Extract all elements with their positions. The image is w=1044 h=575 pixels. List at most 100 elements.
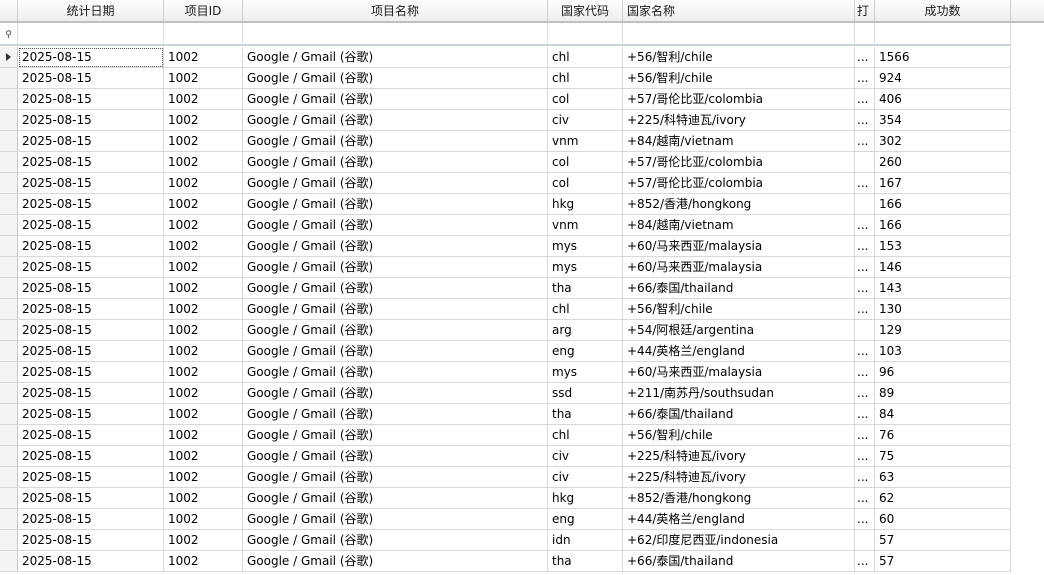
table-row[interactable]: 2025-08-15 1002 Google / Gmail (谷歌) mys +60/… bbox=[0, 236, 1044, 257]
cell-country-name[interactable]: +84/越南/vietnam bbox=[623, 131, 855, 152]
cell-country-name[interactable]: +54/阿根廷/argentina bbox=[623, 320, 855, 341]
cell-project-id[interactable]: 1002 bbox=[164, 236, 243, 257]
cell-project-id[interactable]: 1002 bbox=[164, 425, 243, 446]
cell-country-code[interactable]: chl bbox=[548, 425, 623, 446]
cell-truncated[interactable]: ... bbox=[855, 278, 875, 299]
row-indicator[interactable] bbox=[0, 257, 18, 278]
column-header-truncated[interactable]: 打 bbox=[855, 0, 875, 22]
cell-country-name[interactable]: +56/智利/chile bbox=[623, 299, 855, 320]
cell-country-name[interactable]: +57/哥伦比亚/colombia bbox=[623, 89, 855, 110]
cell-truncated[interactable]: ... bbox=[855, 446, 875, 467]
row-indicator[interactable] bbox=[0, 383, 18, 404]
column-header-country-code[interactable]: 国家代码 bbox=[548, 0, 623, 22]
cell-date[interactable]: 2025-08-15 bbox=[18, 404, 164, 425]
row-indicator[interactable] bbox=[0, 509, 18, 530]
cell-success-count[interactable]: 166 bbox=[875, 194, 1011, 215]
cell-success-count[interactable]: 63 bbox=[875, 467, 1011, 488]
cell-country-code[interactable]: hkg bbox=[548, 488, 623, 509]
table-row[interactable]: 2025-08-15 1002 Google / Gmail (谷歌) hkg +852… bbox=[0, 488, 1044, 509]
table-row[interactable]: 2025-08-15 1002 Google / Gmail (谷歌) vnm +84/… bbox=[0, 215, 1044, 236]
cell-country-code[interactable]: mys bbox=[548, 257, 623, 278]
cell-success-count[interactable]: 129 bbox=[875, 320, 1011, 341]
cell-project-id[interactable]: 1002 bbox=[164, 131, 243, 152]
row-indicator[interactable] bbox=[0, 215, 18, 236]
cell-success-count[interactable]: 153 bbox=[875, 236, 1011, 257]
cell-project-name[interactable]: Google / Gmail (谷歌) bbox=[243, 404, 548, 425]
cell-country-name[interactable]: +60/马来西亚/malaysia bbox=[623, 257, 855, 278]
cell-country-name[interactable]: +57/哥伦比亚/colombia bbox=[623, 173, 855, 194]
cell-country-name[interactable]: +225/科特迪瓦/ivory bbox=[623, 110, 855, 131]
cell-success-count[interactable]: 146 bbox=[875, 257, 1011, 278]
cell-truncated[interactable]: ... bbox=[855, 404, 875, 425]
column-header-date[interactable]: 统计日期 bbox=[18, 0, 164, 22]
cell-country-code[interactable]: eng bbox=[548, 509, 623, 530]
cell-country-code[interactable]: civ bbox=[548, 467, 623, 488]
cell-country-code[interactable]: col bbox=[548, 152, 623, 173]
cell-project-id[interactable]: 1002 bbox=[164, 509, 243, 530]
row-indicator[interactable] bbox=[0, 173, 18, 194]
cell-country-code[interactable]: ssd bbox=[548, 383, 623, 404]
cell-project-id[interactable]: 1002 bbox=[164, 320, 243, 341]
cell-project-id[interactable]: 1002 bbox=[164, 446, 243, 467]
cell-success-count[interactable]: 1566 bbox=[875, 47, 1011, 68]
table-row[interactable]: 2025-08-15 1002 Google / Gmail (谷歌) col +57/… bbox=[0, 152, 1044, 173]
cell-country-code[interactable]: vnm bbox=[548, 131, 623, 152]
cell-country-code[interactable]: tha bbox=[548, 278, 623, 299]
cell-country-code[interactable]: chl bbox=[548, 47, 623, 68]
row-indicator[interactable] bbox=[0, 194, 18, 215]
cell-project-id[interactable]: 1002 bbox=[164, 551, 243, 572]
cell-date[interactable]: 2025-08-15 bbox=[18, 257, 164, 278]
cell-success-count[interactable]: 354 bbox=[875, 110, 1011, 131]
filter-cell-truncated[interactable] bbox=[855, 23, 875, 45]
cell-country-name[interactable]: +66/泰国/thailand bbox=[623, 278, 855, 299]
table-row[interactable]: 2025-08-15 1002 Google / Gmail (谷歌) mys +60/… bbox=[0, 257, 1044, 278]
table-row[interactable]: 2025-08-15 1002 Google / Gmail (谷歌) idn +62/… bbox=[0, 530, 1044, 551]
cell-truncated[interactable]: ... bbox=[855, 236, 875, 257]
cell-country-name[interactable]: +84/越南/vietnam bbox=[623, 215, 855, 236]
cell-project-id[interactable]: 1002 bbox=[164, 362, 243, 383]
filter-cell-date[interactable] bbox=[18, 23, 164, 45]
column-header-project-name[interactable]: 项目名称 bbox=[243, 0, 548, 22]
cell-success-count[interactable]: 130 bbox=[875, 299, 1011, 320]
cell-country-name[interactable]: +56/智利/chile bbox=[623, 47, 855, 68]
cell-date[interactable]: 2025-08-15 bbox=[18, 509, 164, 530]
cell-project-name[interactable]: Google / Gmail (谷歌) bbox=[243, 131, 548, 152]
cell-success-count[interactable]: 89 bbox=[875, 383, 1011, 404]
cell-date[interactable]: 2025-08-15 bbox=[18, 89, 164, 110]
cell-date[interactable]: 2025-08-15 bbox=[18, 425, 164, 446]
cell-country-code[interactable]: arg bbox=[548, 320, 623, 341]
cell-success-count[interactable]: 76 bbox=[875, 425, 1011, 446]
row-indicator[interactable] bbox=[0, 236, 18, 257]
cell-project-name[interactable]: Google / Gmail (谷歌) bbox=[243, 488, 548, 509]
cell-country-code[interactable]: eng bbox=[548, 341, 623, 362]
table-row[interactable]: 2025-08-15 1002 Google / Gmail (谷歌) col +57/… bbox=[0, 89, 1044, 110]
cell-date[interactable]: 2025-08-15 bbox=[18, 173, 164, 194]
cell-success-count[interactable]: 166 bbox=[875, 215, 1011, 236]
cell-country-code[interactable]: chl bbox=[548, 299, 623, 320]
cell-success-count[interactable]: 924 bbox=[875, 68, 1011, 89]
cell-date[interactable]: 2025-08-15 bbox=[18, 215, 164, 236]
cell-project-name[interactable]: Google / Gmail (谷歌) bbox=[243, 257, 548, 278]
cell-truncated[interactable]: ... bbox=[855, 341, 875, 362]
cell-truncated[interactable]: ... bbox=[855, 89, 875, 110]
cell-truncated[interactable]: ... bbox=[855, 551, 875, 572]
cell-date[interactable]: 2025-08-15 bbox=[18, 341, 164, 362]
filter-cell-country-code[interactable] bbox=[548, 23, 623, 45]
cell-project-name[interactable]: Google / Gmail (谷歌) bbox=[243, 383, 548, 404]
filter-cell-country-name[interactable] bbox=[623, 23, 855, 45]
cell-truncated[interactable]: ... bbox=[855, 425, 875, 446]
table-row[interactable]: 2025-08-15 1002 Google / Gmail (谷歌) eng +44/… bbox=[0, 341, 1044, 362]
cell-country-name[interactable]: +44/英格兰/england bbox=[623, 509, 855, 530]
cell-project-id[interactable]: 1002 bbox=[164, 383, 243, 404]
data-grid[interactable]: 统计日期 项目ID 项目名称 国家代码 国家名称 打 成功数 ⚲ 2025-08… bbox=[0, 0, 1044, 575]
row-indicator[interactable] bbox=[0, 131, 18, 152]
cell-project-name[interactable]: Google / Gmail (谷歌) bbox=[243, 236, 548, 257]
cell-country-code[interactable]: chl bbox=[548, 68, 623, 89]
cell-project-name[interactable]: Google / Gmail (谷歌) bbox=[243, 362, 548, 383]
cell-project-id[interactable]: 1002 bbox=[164, 89, 243, 110]
table-row[interactable]: 2025-08-15 1002 Google / Gmail (谷歌) eng +44/… bbox=[0, 509, 1044, 530]
row-indicator[interactable] bbox=[0, 89, 18, 110]
cell-success-count[interactable]: 406 bbox=[875, 89, 1011, 110]
cell-country-code[interactable]: tha bbox=[548, 551, 623, 572]
table-row[interactable]: 2025-08-15 1002 Google / Gmail (谷歌) tha +66/… bbox=[0, 278, 1044, 299]
